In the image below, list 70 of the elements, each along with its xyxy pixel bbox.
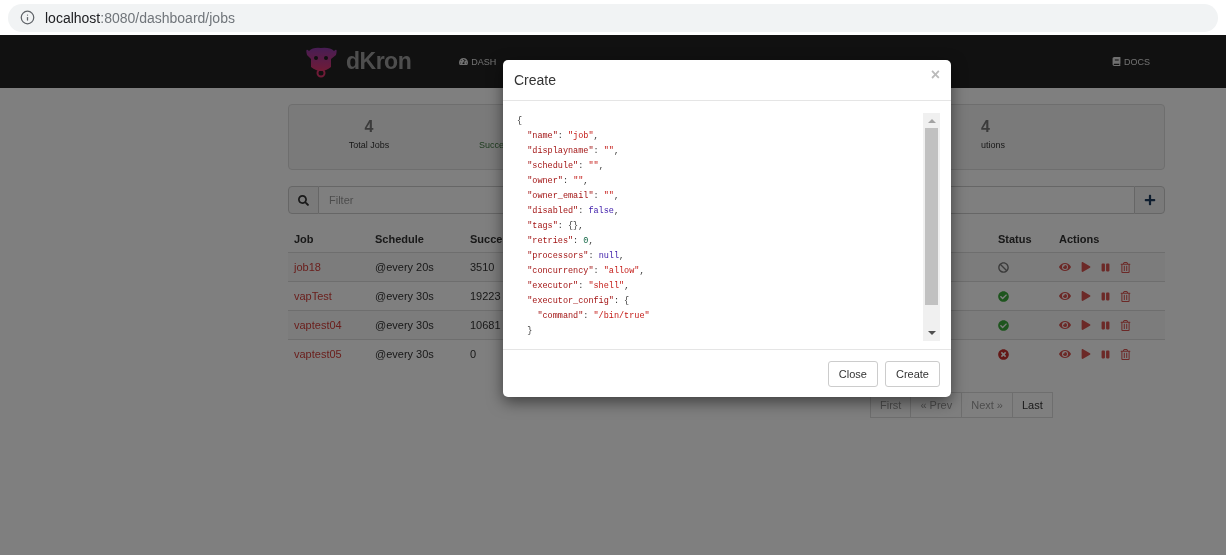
search-button[interactable] [288, 186, 319, 214]
stat-label: utions [981, 140, 1006, 150]
column-header: Job [294, 233, 314, 245]
dialog-button[interactable]: Close [827, 360, 878, 387]
book-icon [1112, 57, 1121, 66]
add-button[interactable] [1134, 186, 1165, 214]
stat-label: Total Jobs [348, 140, 390, 150]
close-button[interactable]: × [930, 66, 940, 85]
table-cell: @every 30s [375, 348, 434, 360]
table-cell: @every 30s [375, 290, 434, 302]
play-icon[interactable] [1081, 262, 1091, 272]
code-line: "name": "job", [526, 130, 599, 144]
nav-link[interactable]: DASH [459, 56, 497, 67]
code-line: "owner_email": "", [526, 190, 620, 204]
code-line: "owner": "", [526, 175, 589, 189]
scrollbar[interactable] [923, 113, 940, 342]
page-link[interactable]: Last [1012, 392, 1053, 418]
play-icon[interactable] [1081, 320, 1091, 330]
table-cell: 3510 [470, 261, 495, 273]
pause-icon[interactable] [1101, 262, 1110, 272]
info-icon[interactable] [20, 10, 35, 25]
search-icon [298, 194, 309, 206]
code-line: { [517, 115, 523, 129]
pause-icon[interactable] [1101, 349, 1110, 359]
column-header: Schedule [375, 233, 424, 245]
trash-icon[interactable] [1120, 261, 1131, 273]
code-line: "executor": "shell", [526, 280, 630, 294]
dialog-title: Create [514, 72, 557, 89]
eye-icon[interactable] [1059, 290, 1071, 302]
play-icon[interactable] [1081, 291, 1091, 301]
code-line: "command": "/bin/true" [536, 310, 650, 324]
dialog-button[interactable]: Create [884, 360, 940, 387]
job-link[interactable]: vaptest05 [294, 348, 342, 360]
job-link[interactable]: job18 [294, 261, 321, 273]
pause-icon[interactable] [1101, 291, 1110, 301]
code-line: "schedule": "", [526, 160, 604, 174]
plus-icon [1143, 194, 1156, 206]
address-bar[interactable]: localhost:8080/dashboard/jobs [8, 3, 1218, 32]
code-line: "concurrency": "allow", [526, 265, 645, 279]
stat-value: 4 [364, 118, 374, 136]
brand-name: dKron [346, 48, 412, 75]
eye-icon[interactable] [1059, 261, 1071, 273]
stat-value: 4 [981, 118, 990, 136]
code-line: "disabled": false, [526, 205, 620, 219]
job-link[interactable]: vapTest [294, 290, 332, 302]
table-cell: @every 20s [375, 261, 434, 273]
code-line: "retries": 0, [526, 235, 594, 249]
trash-icon[interactable] [1120, 319, 1131, 331]
pause-icon[interactable] [1101, 320, 1110, 330]
code-line: "displayname": "", [526, 145, 620, 159]
table-cell: @every 30s [375, 319, 434, 331]
column-header: Succe [470, 233, 503, 245]
play-icon[interactable] [1081, 349, 1091, 359]
column-header: Status [998, 233, 1032, 245]
docs-link[interactable]: DOCS [1112, 56, 1150, 67]
column-header: Actions [1059, 233, 1100, 245]
trash-icon[interactable] [1120, 348, 1131, 360]
code-line: } [526, 325, 533, 339]
code-line: "executor_config": { [526, 295, 630, 309]
job-link[interactable]: vaptest04 [294, 319, 342, 331]
code-line: "processors": null, [526, 250, 625, 264]
table-cell: 10681 [470, 319, 501, 331]
eye-icon[interactable] [1059, 348, 1071, 360]
trash-icon[interactable] [1120, 290, 1131, 302]
gauge-icon [459, 57, 469, 66]
table-cell: 19223 [470, 290, 501, 302]
stat-label: Succe [479, 140, 504, 150]
eye-icon[interactable] [1059, 319, 1071, 331]
code-line: "tags": {}, [526, 220, 584, 234]
table-cell: 0 [470, 348, 477, 360]
